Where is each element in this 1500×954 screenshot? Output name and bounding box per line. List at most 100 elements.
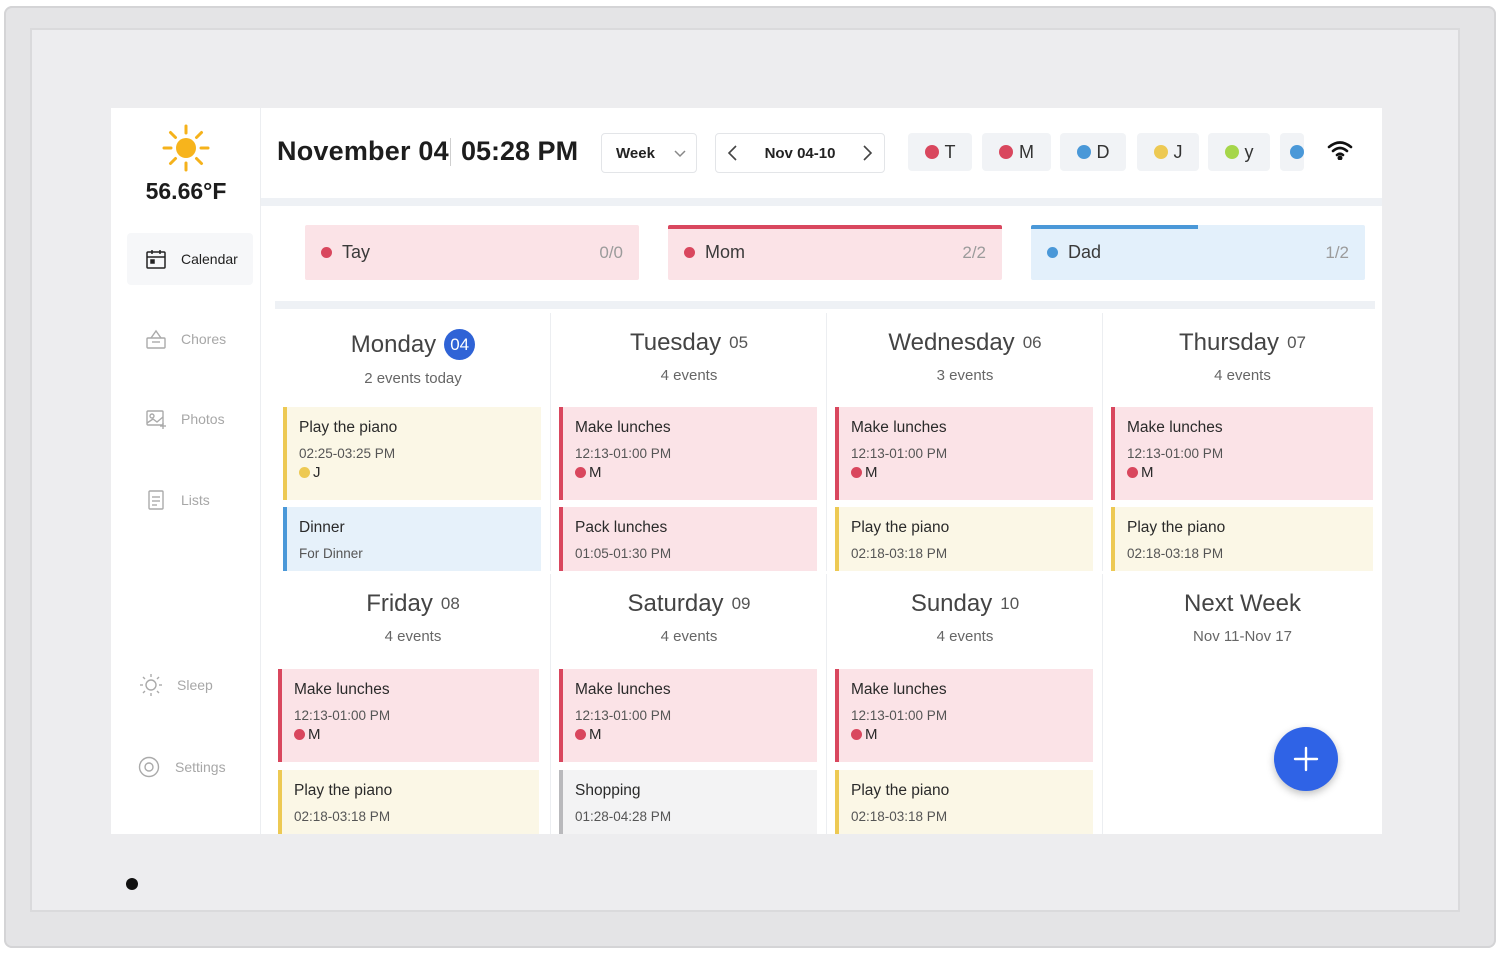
member-color-dot (684, 247, 695, 258)
day-column-friday[interactable]: Friday 08 4 events Make lunches 12:13-01:… (275, 574, 551, 834)
event-card[interactable]: Make lunches 12:13-01:00 PM M (1111, 407, 1373, 500)
sidebar-item-chores[interactable]: Chores (127, 313, 253, 365)
sidebar-item-calendar[interactable]: Calendar (127, 233, 253, 285)
date-range-label: Nov 04-10 (764, 144, 836, 162)
event-note: For Dinner (299, 546, 363, 561)
member-filter-m[interactable]: M (982, 133, 1051, 171)
day-header: Monday 04 2 events today (275, 313, 551, 387)
sidebar-item-lists[interactable]: Lists (127, 474, 253, 526)
event-card[interactable]: Dinner For Dinner (283, 507, 541, 571)
event-time: 01:28-04:28 PM (575, 809, 672, 824)
sidebar-item-label: Photos (181, 411, 225, 427)
event-title: Play the piano (299, 419, 398, 436)
member-filter-j[interactable]: J (1137, 133, 1199, 171)
member-initial: M (1019, 141, 1034, 162)
view-dropdown[interactable]: Week (601, 133, 697, 173)
settings-icon (138, 756, 160, 778)
day-header: Friday 08 4 events (275, 574, 551, 645)
day-header: Tuesday 05 4 events (551, 313, 827, 384)
event-title: Make lunches (851, 419, 947, 436)
sidebar-item-sleep[interactable]: Sleep (121, 659, 247, 711)
member-filter-t[interactable]: T (908, 133, 972, 171)
event-assignee: M (575, 464, 805, 481)
event-time: 12:13-01:00 PM (1127, 446, 1224, 461)
next-week-header: Next Week Nov 11-Nov 17 (1103, 574, 1382, 645)
event-assignee: M (575, 726, 805, 743)
progress-count: 0/0 (599, 242, 623, 262)
member-filter-d[interactable]: D (1060, 133, 1126, 171)
event-card[interactable]: Play the piano 02:18-03:18 PM (278, 770, 539, 834)
sleep-icon (140, 674, 162, 696)
day-column-thursday[interactable]: Thursday 07 4 events Make lunches 12:13-0… (1103, 313, 1382, 571)
header: November 04 05:28 PM Week Nov 04-10 T M … (261, 108, 1382, 198)
day-number: 10 (1000, 594, 1020, 613)
event-card[interactable]: Pack lunches 01:05-01:30 PM (559, 507, 817, 571)
event-card[interactable]: Make lunches 12:13-01:00 PM M (559, 669, 817, 762)
member-color-dot (1290, 145, 1304, 159)
chores-icon (146, 329, 166, 349)
event-count: 4 events (384, 628, 442, 645)
progress-card-tay[interactable]: Tay 0/0 (305, 225, 639, 280)
member-initial: y (1244, 141, 1254, 162)
member-filter-y[interactable]: y (1208, 133, 1270, 171)
event-time: 12:13-01:00 PM (851, 708, 948, 723)
sidebar-item-settings[interactable]: Settings (119, 741, 245, 793)
progress-bar (1031, 225, 1198, 229)
event-count: 3 events (936, 367, 994, 384)
day-header: Saturday 09 4 events (551, 574, 827, 645)
sidebar-item-label: Sleep (177, 677, 213, 693)
camera-icon (126, 878, 138, 890)
chevron-down-icon (674, 150, 686, 158)
next-week-title: Next Week (1184, 590, 1301, 617)
member-color-dot (1153, 145, 1168, 159)
chevron-left-icon[interactable] (726, 144, 740, 162)
event-title: Shopping (575, 782, 641, 799)
day-header: Sunday 10 4 events (827, 574, 1103, 645)
event-card[interactable]: Make lunches 12:13-01:00 PM M (835, 407, 1093, 500)
day-column-tuesday[interactable]: Tuesday 05 4 events Make lunches 12:13-01… (551, 313, 827, 571)
event-count: 4 events (936, 628, 994, 645)
member-color-dot (851, 467, 862, 478)
assignee-initial: M (308, 726, 321, 743)
member-filter-more[interactable] (1280, 133, 1304, 171)
progress-card-dad[interactable]: Dad 1/2 (1031, 225, 1365, 280)
day-name: Tuesday (629, 329, 722, 356)
member-color-dot (294, 729, 305, 740)
event-time: 02:18-03:18 PM (294, 809, 391, 824)
event-time: 02:18-03:18 PM (851, 809, 948, 824)
event-card[interactable]: Play the piano 02:18-03:18 PM (835, 770, 1093, 834)
sidebar-item-photos[interactable]: Photos (127, 393, 253, 445)
sidebar: 56.66°F Calendar Chores Photos Lists Sle… (111, 108, 261, 834)
add-event-button[interactable] (1274, 727, 1338, 791)
progress-card-mom[interactable]: Mom 2/2 (668, 225, 1002, 280)
member-color-dot (575, 467, 586, 478)
event-card[interactable]: Play the piano 02:25-03:25 PM J (283, 407, 541, 500)
day-name: Wednesday (888, 329, 1015, 356)
day-name: Friday (366, 590, 433, 617)
event-card[interactable]: Play the piano 02:18-03:18 PM (835, 507, 1093, 571)
day-column-sunday[interactable]: Sunday 10 4 events Make lunches 12:13-01:… (827, 574, 1103, 834)
progress-bar (668, 225, 1002, 229)
event-card[interactable]: Make lunches 12:13-01:00 PM M (835, 669, 1093, 762)
divider (261, 198, 1382, 206)
wifi-icon (1327, 141, 1353, 160)
event-count: 4 events (660, 367, 718, 384)
chevron-right-icon[interactable] (860, 144, 874, 162)
day-number: 07 (1287, 333, 1306, 352)
next-week-panel[interactable]: Next Week Nov 11-Nov 17 (1103, 574, 1382, 834)
temperature: 56.66°F (145, 178, 227, 204)
event-card[interactable]: Shopping 01:28-04:28 PM (559, 770, 817, 834)
event-card[interactable]: Play the piano 02:18-03:18 PM (1111, 507, 1373, 571)
member-color-dot (924, 145, 939, 159)
member-color-dot (321, 247, 332, 258)
day-column-wednesday[interactable]: Wednesday 06 3 events Make lunches 12:13-… (827, 313, 1103, 571)
event-assignee: M (851, 726, 1081, 743)
day-column-saturday[interactable]: Saturday 09 4 events Make lunches 12:13-0… (551, 574, 827, 834)
weather-widget: 56.66°F (111, 116, 261, 205)
event-card[interactable]: Make lunches 12:13-01:00 PM M (559, 407, 817, 500)
day-column-monday[interactable]: Monday 04 2 events today Play the piano 0… (275, 313, 551, 571)
event-card[interactable]: Make lunches 12:13-01:00 PM M (278, 669, 539, 762)
view-dropdown-value: Week (616, 144, 655, 162)
event-title: Make lunches (575, 681, 671, 698)
member-name: Dad (1068, 242, 1102, 262)
